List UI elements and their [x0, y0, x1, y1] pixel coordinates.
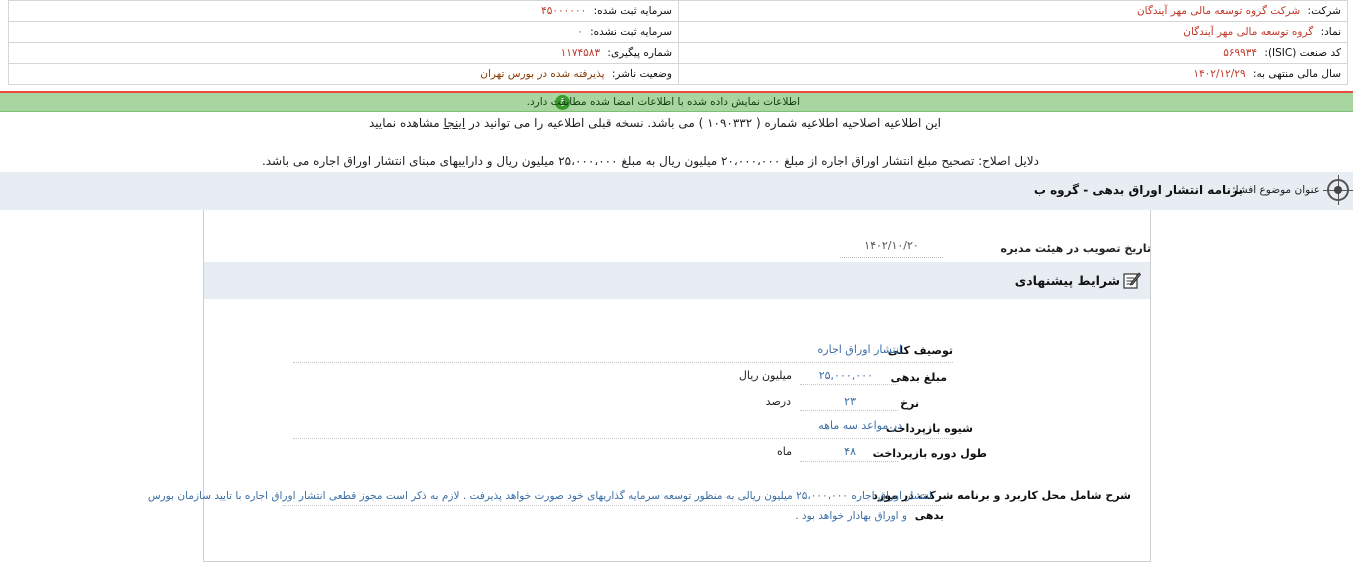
header-row: سال مالی منتهی به: ۱۴۰۲/۱۲/۲۹ وضعیت ناشر… — [9, 64, 1347, 85]
symbol-cell: نماد: گروه توسعه مالی مهر آیندگان — [678, 22, 1347, 42]
header-row: نماد: گروه توسعه مالی مهر آیندگان سرمایه… — [9, 22, 1347, 43]
registered-capital-label: سرمایه ثبت شده: — [593, 5, 672, 17]
isic-label: کد صنعت (ISIC): — [1264, 47, 1341, 59]
publisher-status-cell: وضعیت ناشر: پذیرفته شده در بورس تهران — [9, 64, 678, 84]
symbol-value: گروه توسعه مالی مهر آیندگان — [1183, 26, 1314, 38]
tracking-value: ۱۱۷۴۵۸۳ — [560, 47, 601, 59]
repayment-period-value: ۴۸ — [844, 445, 856, 458]
notice-suffix: مشاهده نمایید — [368, 116, 444, 130]
debt-amount-value: ۲۵,۰۰۰,۰۰۰ — [818, 369, 873, 382]
header-info-table: شرکت: شرکت گروه توسعه مالی مهر آیندگان س… — [8, 0, 1348, 85]
target-icon — [1323, 175, 1353, 205]
header-row: شرکت: شرکت گروه توسعه مالی مهر آیندگان س… — [9, 1, 1347, 22]
conditions-header: شرایط پیشنهادی — [204, 262, 1150, 299]
registered-capital-value: ۴۵۰۰۰۰۰۰ — [541, 5, 587, 17]
rate-unit: درصد — [765, 395, 791, 408]
notice-prefix: این اطلاعیه اصلاحیه اطلاعیه شماره ( ۱۰۹۰… — [465, 116, 941, 130]
row-divider — [293, 438, 953, 439]
subject-value: برنامه انتشار اوراق بدهی - گروه ب — [1033, 183, 1243, 197]
subject-label: عنوان موضوع افشا: — [1232, 184, 1320, 196]
debt-amount-label: مبلغ بدهی — [890, 371, 947, 384]
verification-banner: i اطلاعات نمایش داده شده با اطلاعات امضا… — [0, 93, 1353, 112]
unregistered-capital-value: ۰ — [577, 26, 583, 38]
symbol-label: نماد: — [1320, 26, 1341, 38]
fiscal-year-value: ۱۴۰۲/۱۲/۲۹ — [1193, 68, 1246, 80]
isic-value: ۵۶۹۹۳۴ — [1223, 47, 1258, 59]
approval-date-label: تاریخ تصویب در هیئت مدیره — [1000, 242, 1151, 255]
edit-icon — [1123, 272, 1141, 289]
description-text-cont: و اوراق بهادار خواهد بود . — [795, 510, 907, 522]
debt-amount-unit: میلیون ریال — [738, 369, 792, 382]
tracking-cell: شماره پیگیری: ۱۱۷۴۵۸۳ — [9, 43, 678, 63]
row-divider — [293, 362, 953, 363]
unregistered-capital-label: سرمایه ثبت نشده: — [590, 26, 672, 38]
repayment-method-value: در مواعد سه ماهه — [818, 419, 902, 432]
correction-reason: دلایل اصلاح: تصحیح مبلغ انتشار اوراق اجا… — [261, 154, 1039, 168]
company-value: شرکت گروه توسعه مالی مهر آیندگان — [1136, 5, 1301, 17]
fiscal-year-cell: سال مالی منتهی به: ۱۴۰۲/۱۲/۲۹ — [678, 64, 1347, 84]
verification-text: اطلاعات نمایش داده شده با اطلاعات امضا ش… — [526, 96, 800, 108]
previous-version-link[interactable]: اینجا — [443, 116, 465, 130]
general-description-value: انتشار اوراق اجاره — [817, 343, 902, 356]
publisher-status-value: پذیرفته شده در بورس تهران — [480, 68, 605, 80]
conditions-title: شرایط پیشنهادی — [1014, 273, 1120, 288]
registered-capital-cell: سرمایه ثبت شده: ۴۵۰۰۰۰۰۰ — [9, 1, 678, 21]
header-row: کد صنعت (ISIC): ۵۶۹۹۳۴ شماره پیگیری: ۱۱۷… — [9, 43, 1347, 64]
rate-label: نرخ — [900, 397, 919, 410]
unregistered-capital-cell: سرمایه ثبت نشده: ۰ — [9, 22, 678, 42]
description-label-cont: بدهی — [914, 509, 944, 522]
description-text: انتشار اوراق اجاره ۲۵،۰۰۰،۰۰۰ میلیون ریا… — [147, 490, 932, 502]
repayment-period-unit: ماه — [776, 445, 792, 458]
fiscal-year-label: سال مالی منتهی به: — [1252, 68, 1341, 80]
correction-notice: این اطلاعیه اصلاحیه اطلاعیه شماره ( ۱۰۹۰… — [369, 114, 941, 132]
subject-bar: عنوان موضوع افشا: برنامه انتشار اوراق بد… — [0, 172, 1353, 210]
company-cell: شرکت: شرکت گروه توسعه مالی مهر آیندگان — [678, 1, 1347, 21]
publisher-status-label: وضعیت ناشر: — [611, 68, 672, 80]
tracking-label: شماره پیگیری: — [607, 47, 672, 59]
approval-date-value: ۱۴۰۲/۱۰/۲۰ — [840, 238, 943, 258]
rate-value: ۲۳ — [844, 395, 856, 408]
company-label: شرکت: — [1307, 5, 1341, 17]
isic-cell: کد صنعت (ISIC): ۵۶۹۹۳۴ — [678, 43, 1347, 63]
row-divider — [283, 505, 943, 506]
